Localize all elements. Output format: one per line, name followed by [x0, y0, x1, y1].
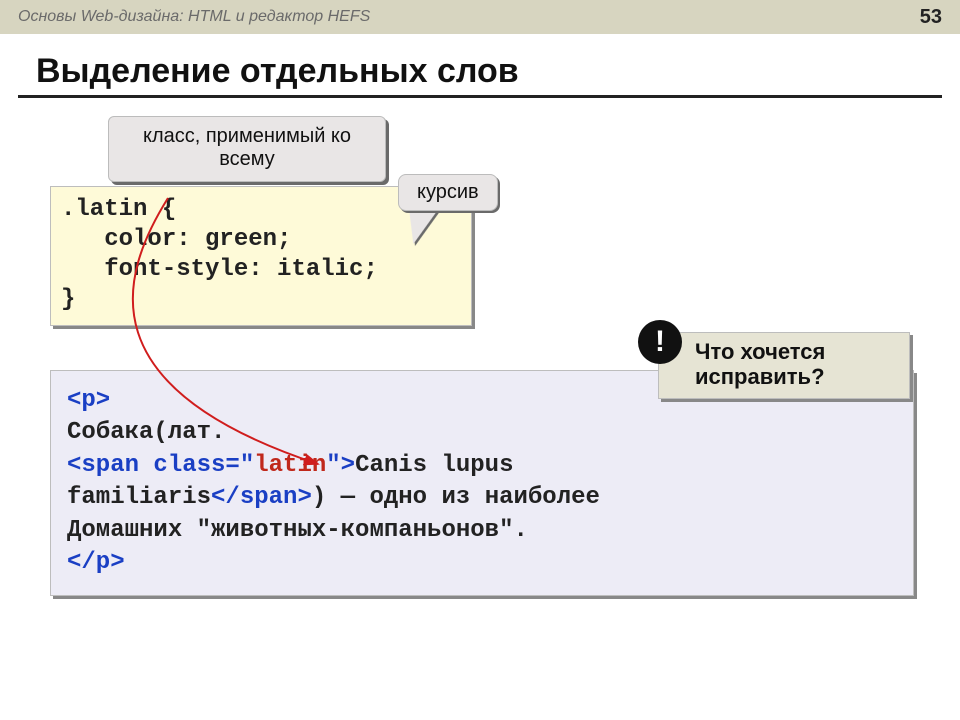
question-box: Что хочется исправить?: [658, 332, 910, 399]
callout-class-applied-to-all: класс, применимый ко всему: [108, 116, 386, 182]
css-line-1: .latin {: [61, 196, 176, 223]
slide-heading: Выделение отдельных слов: [36, 52, 960, 91]
css-line-2: color: green;: [61, 226, 291, 253]
callout-italic-tail: [403, 206, 440, 244]
css-line-3: font-style: italic;: [61, 256, 378, 283]
tag-span-open-a: <span class=": [67, 452, 254, 479]
page-number: 53: [920, 6, 942, 29]
tag-span-close: </span>: [211, 484, 312, 511]
html-text-canis: Canis lupus: [355, 452, 513, 479]
tag-p-open: <p>: [67, 387, 110, 414]
callout-italic: курсив: [398, 174, 498, 211]
css-line-4: }: [61, 286, 75, 313]
html-code-box: <p> Собака(лат. <span class="latin">Cani…: [50, 370, 914, 596]
html-text-1: Собака(лат.: [67, 419, 225, 446]
html-text-familiaris: familiaris: [67, 484, 211, 511]
tag-p-close: </p>: [67, 549, 125, 576]
html-text-tail: ) — одно из наиболее: [312, 484, 600, 511]
span-class-value: latin: [254, 452, 326, 479]
exclamation-badge: !: [638, 320, 682, 364]
topbar: Основы Web-дизайна: HTML и редактор HEFS…: [0, 0, 960, 34]
topbar-title: Основы Web-дизайна: HTML и редактор HEFS: [18, 8, 370, 26]
slide-stage: класс, применимый ко всему курсив .latin…: [18, 98, 942, 708]
tag-span-open-b: ">: [326, 452, 355, 479]
html-text-line4: Домашних "животных-компаньонов".: [67, 517, 528, 544]
